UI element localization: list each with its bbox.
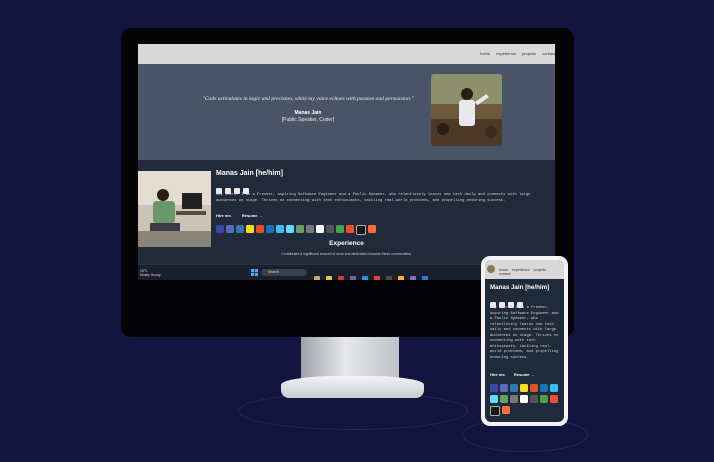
nav-experience-link[interactable]: experience bbox=[512, 268, 530, 272]
nav-contact-link[interactable]: contact bbox=[542, 51, 555, 56]
monitor-stand-base bbox=[281, 376, 424, 398]
app-icon[interactable] bbox=[350, 276, 356, 280]
experience-title: Experience bbox=[329, 240, 364, 247]
mobile-skills-icons bbox=[490, 384, 562, 417]
javascript-icon bbox=[246, 225, 254, 233]
hero-quote: "Code articulates in logic and precision… bbox=[202, 96, 414, 102]
misc-icon bbox=[530, 395, 538, 403]
avatar[interactable] bbox=[487, 265, 495, 273]
mongodb-icon bbox=[336, 225, 344, 233]
react-icon bbox=[490, 395, 498, 403]
tailwind-icon bbox=[550, 384, 558, 392]
express-icon bbox=[306, 225, 314, 233]
git-icon bbox=[346, 225, 354, 233]
react-icon bbox=[286, 225, 294, 233]
taskbar-search[interactable]: Search bbox=[261, 269, 307, 276]
nav-projects-link[interactable]: projects bbox=[522, 51, 536, 56]
taskbar-apps bbox=[314, 269, 434, 280]
nav-contact-link[interactable]: contact bbox=[499, 272, 511, 276]
c-icon bbox=[490, 384, 498, 392]
cpp-icon bbox=[226, 225, 234, 233]
nextjs-icon bbox=[520, 395, 528, 403]
postman-icon bbox=[502, 406, 510, 414]
desktop-navbar: home experience projects contact bbox=[138, 44, 555, 64]
git-icon bbox=[550, 395, 558, 403]
about-name: Manas Jain [he/him] bbox=[216, 170, 283, 177]
app-icon[interactable] bbox=[314, 276, 320, 280]
github-skill-icon bbox=[490, 406, 500, 416]
mobile-navbar: home experience projects contact bbox=[485, 260, 564, 279]
html-icon bbox=[256, 225, 264, 233]
nav-home-link[interactable]: home bbox=[480, 51, 490, 56]
postman-icon bbox=[368, 225, 376, 233]
python-icon bbox=[236, 225, 244, 233]
tailwind-icon bbox=[276, 225, 284, 233]
nodejs-icon bbox=[296, 225, 304, 233]
monitor-stand-neck bbox=[301, 337, 399, 381]
nodejs-icon bbox=[500, 395, 508, 403]
nav-projects-link[interactable]: projects bbox=[534, 268, 547, 272]
nextjs-icon bbox=[316, 225, 324, 233]
css-icon bbox=[266, 225, 274, 233]
hire-me-button[interactable]: Hire me. bbox=[490, 372, 506, 377]
speaker-photo bbox=[431, 74, 502, 146]
css-icon bbox=[540, 384, 548, 392]
hero-name: Manas Jain bbox=[294, 110, 322, 116]
chrome-icon[interactable] bbox=[398, 276, 404, 280]
mobile-name: Manas Jain [he/him] bbox=[490, 284, 550, 291]
mongodb-icon bbox=[540, 395, 548, 403]
resume-button[interactable]: Resume → bbox=[242, 213, 263, 218]
edge-icon[interactable] bbox=[362, 276, 368, 280]
resume-button[interactable]: Resume → bbox=[514, 372, 535, 377]
folder-icon[interactable] bbox=[326, 276, 332, 280]
app-icon[interactable] bbox=[410, 276, 416, 280]
weather-widget[interactable]: 28°C Mostly cloudy bbox=[140, 269, 161, 277]
coder-photo bbox=[138, 171, 211, 247]
python-icon bbox=[510, 384, 518, 392]
desktop-screen: home experience projects contact "Code a… bbox=[138, 44, 555, 280]
app-icon[interactable] bbox=[338, 276, 344, 280]
hero-section: "Code articulates in logic and precision… bbox=[138, 64, 555, 160]
mobile-bio: Hey there! I am a Fresher, aspiring Soft… bbox=[490, 306, 559, 360]
misc-icon bbox=[326, 225, 334, 233]
app-icon[interactable] bbox=[386, 276, 392, 280]
nav-experience-link[interactable]: experience bbox=[496, 51, 516, 56]
about-section: Manas Jain [he/him] Hey there! I am a Fr… bbox=[138, 160, 555, 264]
about-bio: Hey there! I am a Fresher, aspiring Soft… bbox=[216, 193, 531, 203]
html-icon bbox=[530, 384, 538, 392]
javascript-icon bbox=[520, 384, 528, 392]
windows-start-icon[interactable] bbox=[251, 269, 258, 276]
vscode-icon[interactable] bbox=[422, 276, 428, 280]
mobile-screen: home experience projects contact Manas J… bbox=[485, 260, 564, 422]
app-icon[interactable] bbox=[374, 276, 380, 280]
express-icon bbox=[510, 395, 518, 403]
github-skill-icon bbox=[356, 225, 366, 235]
hero-role: [Public Speaker, Coder] bbox=[281, 117, 335, 123]
c-icon bbox=[216, 225, 224, 233]
hire-me-button[interactable]: Hire me. bbox=[216, 213, 232, 218]
cpp-icon bbox=[500, 384, 508, 392]
